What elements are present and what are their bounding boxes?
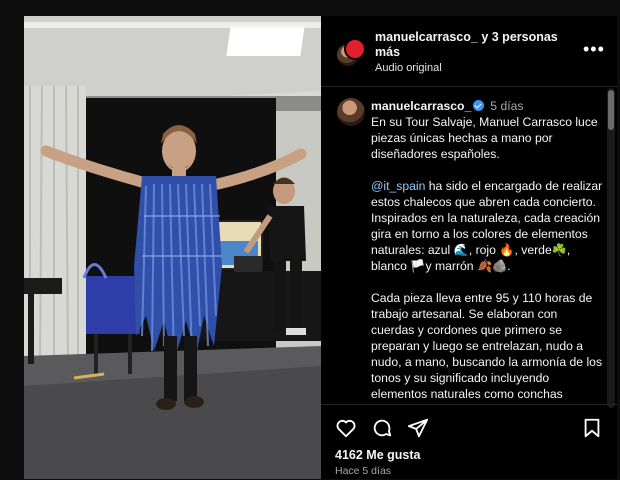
- post-header: manuelcarrasco_ y 3 personas más Audio o…: [321, 16, 617, 87]
- bookmark-icon[interactable]: [581, 417, 603, 439]
- post-photo[interactable]: [24, 16, 321, 479]
- caption-author-avatar[interactable]: [337, 98, 365, 126]
- scrollbar-thumb[interactable]: [608, 90, 614, 130]
- send-icon[interactable]: [407, 417, 429, 439]
- caption-time[interactable]: 5 días: [490, 99, 523, 113]
- caption-paragraph-3: Cada pieza lleva entre 95 y 110 horas de…: [371, 291, 603, 401]
- post-authors[interactable]: manuelcarrasco_ y 3 personas más: [375, 30, 565, 60]
- heart-icon[interactable]: [335, 417, 357, 439]
- caption-header: manuelcarrasco_ 5 días: [371, 98, 603, 114]
- post-side-panel: manuelcarrasco_ y 3 personas más Audio o…: [321, 16, 617, 479]
- post-caption: manuelcarrasco_ 5 días En su Tour Salvaje…: [371, 98, 603, 402]
- caption-scrollbar[interactable]: [607, 88, 615, 408]
- author-username[interactable]: manuelcarrasco_: [375, 30, 478, 44]
- verified-badge-icon: [473, 100, 485, 111]
- likes-count[interactable]: 4162 Me gusta: [335, 448, 420, 462]
- caption-paragraph-2: @it_spain ha sido el encargado de realiz…: [371, 178, 603, 274]
- post-timestamp[interactable]: Hace 5 días: [335, 465, 391, 477]
- mention-link[interactable]: @it_spain: [371, 179, 425, 193]
- caption-username[interactable]: manuelcarrasco_: [371, 99, 471, 113]
- caption-paragraph-2-text: ha sido el encargado de realizar estos c…: [371, 179, 603, 273]
- caption-paragraph-1: En su Tour Salvaje, Manuel Carrasco luce…: [371, 115, 602, 161]
- more-horizontal-icon: •••: [583, 39, 605, 59]
- comment-icon[interactable]: [371, 417, 393, 439]
- photo-illustration: [24, 16, 321, 479]
- audio-label[interactable]: Audio original: [375, 62, 442, 74]
- coauthor-avatar[interactable]: [344, 38, 366, 60]
- more-options-button[interactable]: •••: [583, 39, 605, 59]
- post-actions: 4162 Me gusta Hace 5 días: [321, 404, 617, 480]
